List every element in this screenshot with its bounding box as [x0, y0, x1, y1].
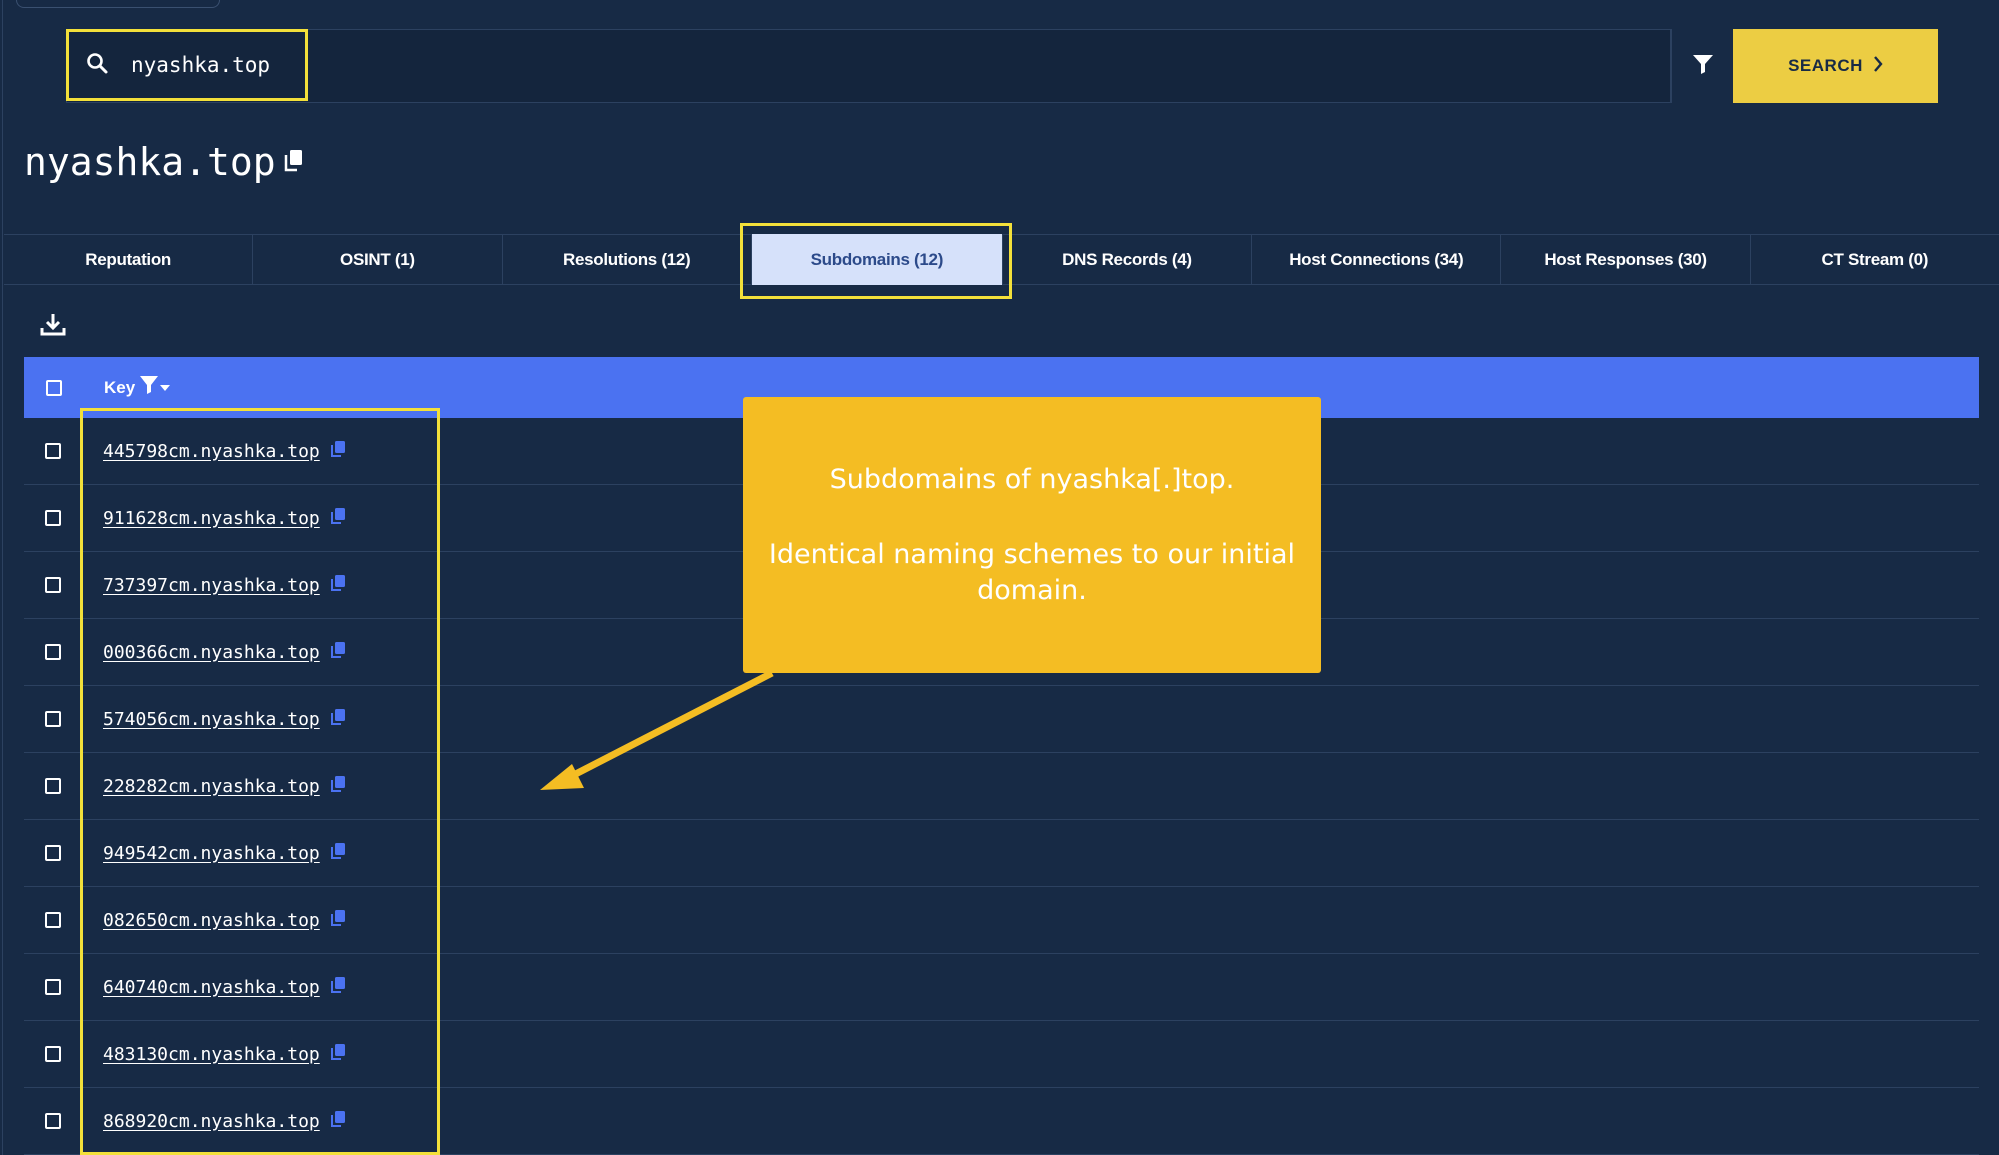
copy-icon[interactable] [330, 909, 346, 932]
copy-icon[interactable] [330, 440, 346, 463]
filter-icon [1692, 53, 1714, 80]
tab-resolutions[interactable]: Resolutions (12) [503, 235, 752, 284]
table-row: 640740cm.nyashka.top [24, 954, 1979, 1021]
copy-icon[interactable] [330, 574, 346, 597]
chevron-right-icon [1863, 55, 1883, 78]
row-checkbox[interactable] [45, 1046, 61, 1062]
table-row: 949542cm.nyashka.top [24, 820, 1979, 887]
tab-label: Resolutions (12) [562, 249, 691, 269]
filter-sort-icon[interactable] [135, 375, 173, 400]
row-checkbox[interactable] [45, 979, 61, 995]
tab-label: DNS Records (4) [1062, 249, 1192, 269]
page-title: nyashka.top [24, 140, 304, 184]
top-tab-stub [16, 0, 220, 8]
copy-icon[interactable] [330, 1110, 346, 1133]
row-checkbox[interactable] [45, 577, 61, 593]
tab-subdomains[interactable]: Subdomains (12) [751, 234, 1003, 285]
row-checkbox[interactable] [45, 443, 61, 459]
row-checkbox[interactable] [45, 510, 61, 526]
row-checkbox[interactable] [45, 644, 61, 660]
row-checkbox[interactable] [45, 845, 61, 861]
table-row: 082650cm.nyashka.top [24, 887, 1979, 954]
select-all-checkbox[interactable] [46, 379, 62, 396]
tab-ct-stream[interactable]: CT Stream (0) [1751, 235, 1999, 284]
table-row: 483130cm.nyashka.top [24, 1021, 1979, 1088]
copy-icon[interactable] [330, 641, 346, 664]
subdomain-link[interactable]: 640740cm.nyashka.top [103, 977, 320, 998]
copy-icon[interactable] [330, 1043, 346, 1066]
subdomain-link[interactable]: 574056cm.nyashka.top [103, 709, 320, 730]
tab-label: Host Responses (30) [1544, 249, 1707, 269]
tab-label: Host Connections (34) [1289, 249, 1464, 269]
subdomain-link[interactable]: 949542cm.nyashka.top [103, 843, 320, 864]
subdomain-link[interactable]: 483130cm.nyashka.top [103, 1044, 320, 1065]
tab-label: OSINT (1) [340, 249, 415, 269]
search-icon [85, 51, 109, 80]
tab-label: Reputation [85, 249, 172, 269]
row-checkbox[interactable] [45, 778, 61, 794]
subdomain-link[interactable]: 000366cm.nyashka.top [103, 642, 320, 663]
page-title-text: nyashka.top [24, 140, 276, 184]
tab-bar: Reputation OSINT (1) Resolutions (12) Su… [4, 234, 1999, 285]
search-button-label: SEARCH [1788, 56, 1863, 75]
subdomain-link[interactable]: 228282cm.nyashka.top [103, 776, 320, 797]
tab-label: CT Stream (0) [1821, 249, 1929, 269]
tab-host-connections[interactable]: Host Connections (34) [1252, 235, 1502, 284]
left-divider [2, 0, 3, 1155]
copy-icon[interactable] [330, 976, 346, 999]
row-checkbox[interactable] [45, 912, 61, 928]
subdomain-link[interactable]: 911628cm.nyashka.top [103, 508, 320, 529]
tab-label: Subdomains (12) [751, 234, 1002, 285]
subdomain-link[interactable]: 082650cm.nyashka.top [103, 910, 320, 931]
search-button[interactable]: SEARCH [1733, 29, 1938, 103]
filter-button[interactable] [1671, 29, 1733, 103]
table-row: 228282cm.nyashka.top [24, 753, 1979, 820]
tab-reputation[interactable]: Reputation [4, 235, 254, 284]
copy-icon[interactable] [330, 842, 346, 865]
subdomain-link[interactable]: 868920cm.nyashka.top [103, 1111, 320, 1132]
row-checkbox[interactable] [45, 1113, 61, 1129]
download-icon[interactable] [40, 312, 66, 343]
search-input[interactable]: nyashka.top [66, 29, 308, 101]
annotation-callout: Subdomains of nyashka[.]top. Identical n… [743, 397, 1321, 673]
table-row: 868920cm.nyashka.top [24, 1088, 1979, 1155]
tab-host-responses[interactable]: Host Responses (30) [1501, 235, 1751, 284]
copy-icon[interactable] [284, 138, 304, 182]
callout-line-2: Identical naming schemes to our initial … [768, 539, 1296, 606]
subdomain-link[interactable]: 445798cm.nyashka.top [103, 441, 320, 462]
row-checkbox[interactable] [45, 711, 61, 727]
copy-icon[interactable] [330, 775, 346, 798]
column-header-key[interactable]: Key [104, 375, 173, 400]
subdomain-link[interactable]: 737397cm.nyashka.top [103, 575, 320, 596]
copy-icon[interactable] [330, 507, 346, 530]
tab-osint[interactable]: OSINT (1) [253, 235, 503, 284]
tab-dns-records[interactable]: DNS Records (4) [1003, 235, 1253, 284]
search-query: nyashka.top [131, 53, 271, 77]
column-header-label: Key [104, 377, 136, 397]
copy-icon[interactable] [330, 708, 346, 731]
table-row: 574056cm.nyashka.top [24, 686, 1979, 753]
callout-line-1: Subdomains of nyashka[.]top. [829, 464, 1235, 496]
